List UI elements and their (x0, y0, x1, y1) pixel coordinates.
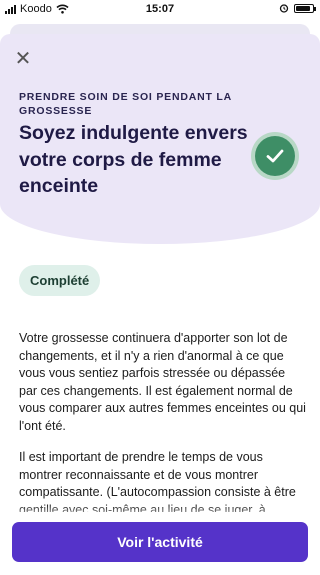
alarm-icon (279, 4, 289, 13)
checkmark-icon (255, 136, 295, 176)
header-banner: ✕ PRENDRE SOIN DE SOI PENDANT LA GROSSES… (0, 34, 320, 244)
battery-icon (294, 3, 316, 13)
completed-badge: Complété (19, 265, 101, 296)
paragraph: Votre grossesse continuera d'apporter so… (19, 331, 306, 433)
view-activity-button[interactable]: Voir l'activité (12, 522, 308, 562)
page-title: Soyez indulgente envers votre corps de f… (19, 122, 248, 197)
cta-footer: Voir l'activité (0, 512, 320, 575)
activity-category: PRENDRE SOIN DE SOI PENDANT LA GROSSESSE (19, 91, 232, 117)
close-icon[interactable]: ✕ (12, 48, 34, 70)
activity-sheet: ✕ PRENDRE SOIN DE SOI PENDANT LA GROSSES… (0, 34, 320, 575)
article-body: Votre grossesse continuera d'apporter so… (19, 330, 306, 533)
status-time: 15:07 (145, 3, 175, 15)
status-bar: Koodo 15:07 (0, 0, 320, 18)
